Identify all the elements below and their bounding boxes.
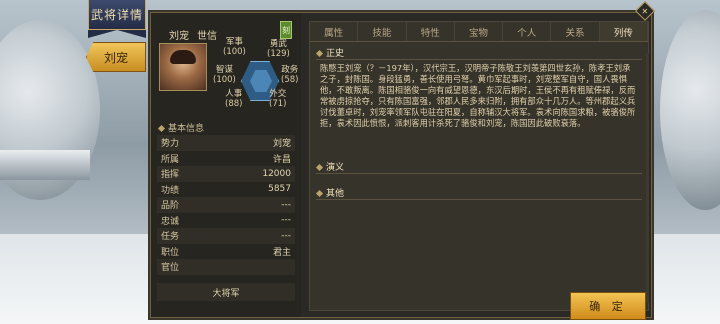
official-history-title: 正史 xyxy=(316,48,642,60)
hero-detail-content: 属性 技能 特性 宝物 个人 关系 列传 正史 陈愍王刘宠（？－197年），汉代… xyxy=(309,21,649,311)
close-icon: ✕ xyxy=(641,6,649,16)
info-row-office: 官位 xyxy=(157,259,295,275)
stat-intellect: 智谋 (100) xyxy=(213,65,236,85)
confirm-button[interactable]: 确 定 xyxy=(570,292,646,320)
snowy-tree-right xyxy=(660,10,720,210)
romance-title: 演义 xyxy=(316,162,642,174)
stat-military: 军事 (100) xyxy=(223,37,246,57)
tab-treasures[interactable]: 宝物 xyxy=(455,22,504,41)
romance-section: 演义 xyxy=(316,162,642,174)
stat-valor: 勇武 (129) xyxy=(267,39,290,59)
hero-portrait xyxy=(159,43,207,91)
other-section: 其他 xyxy=(316,188,642,200)
tab-attributes[interactable]: 属性 xyxy=(310,22,359,41)
info-row-task: 任务 --- xyxy=(157,228,295,244)
info-row-merit: 功绩 5857 xyxy=(161,184,291,196)
info-row-loyalty: 忠诚 --- xyxy=(161,215,291,227)
banner-tail xyxy=(88,30,146,38)
hero-rank: 世信 xyxy=(197,31,217,42)
tab-personal[interactable]: 个人 xyxy=(503,22,552,41)
stat-diplomacy: 外交 (71) xyxy=(269,89,287,109)
info-row-location: 所属 许昌 xyxy=(161,154,291,165)
official-history-section: 正史 陈愍王刘宠（？－197年），汉代宗王，汉明帝子陈敬王刘羡第四世玄孙，陈孝王… xyxy=(316,48,642,129)
info-row-position: 职位 君主 xyxy=(161,247,291,258)
content-scrollbar[interactable] xyxy=(646,53,649,303)
tab-biography[interactable]: 列传 xyxy=(599,22,648,41)
hero-detail-panel: 刘宠 世信 刻 军事 (100) 勇武 (129) 智谋 (100) 政务 (58) 人… xyxy=(150,12,652,318)
roof-left xyxy=(0,150,90,180)
hero-summary-column: 刘宠 世信 刻 军事 (100) 勇武 (129) 智谋 (100) 政务 (58) 人… xyxy=(151,13,301,317)
stat-politics: 政务 (58) xyxy=(281,65,299,85)
official-history-text: 陈愍王刘宠（？－197年），汉代宗王，汉明帝子陈敬王刘羡第四世玄孙，陈孝王刘承之… xyxy=(320,63,636,128)
hero-name-tab[interactable]: 刘宠 xyxy=(86,42,146,72)
tab-traits[interactable]: 特性 xyxy=(407,22,455,41)
info-row-grade: 品阶 --- xyxy=(157,197,295,213)
hero-badge: 刻 xyxy=(280,21,292,39)
other-title: 其他 xyxy=(316,188,642,200)
tab-relations[interactable]: 关系 xyxy=(551,22,600,41)
page-title-banner: 武将详情 xyxy=(88,0,146,30)
stat-personnel: 人事 (88) xyxy=(225,89,243,109)
general-title-button[interactable]: 大将军 xyxy=(157,283,295,301)
info-row-faction: 势力 刘宠 xyxy=(157,135,295,151)
info-row-command: 指挥 12000 xyxy=(157,166,295,182)
hero-name-tab-label: 刘宠 xyxy=(103,50,128,65)
basic-info-table: 势力 刘宠 所属 许昌 指挥 12000 功绩 5857 品阶 --- 忠诚 --- 任务 -… xyxy=(157,135,295,275)
hero-name: 刘宠 xyxy=(169,31,189,42)
basic-info-heading: 基本信息 xyxy=(157,121,204,134)
page-title: 武将详情 xyxy=(90,8,143,22)
tab-skills[interactable]: 技能 xyxy=(358,22,407,41)
detail-tabs: 属性 技能 特性 宝物 个人 关系 列传 xyxy=(310,22,648,42)
